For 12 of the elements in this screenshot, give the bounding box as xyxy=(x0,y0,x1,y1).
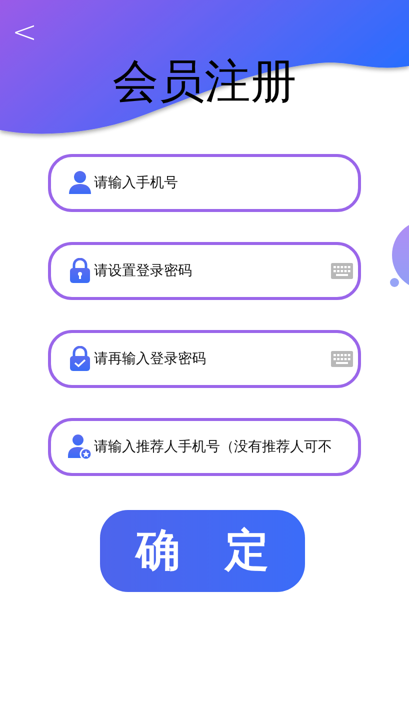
back-button[interactable]: < xyxy=(12,18,38,48)
lock-check-icon xyxy=(68,346,92,372)
keyboard-icon[interactable] xyxy=(331,351,353,367)
keyboard-icon[interactable] xyxy=(331,263,353,279)
confirm-button[interactable]: 确 定 xyxy=(100,510,305,592)
input-field[interactable]: 请设置登录密码 xyxy=(48,242,361,300)
input-field[interactable]: 请输入手机号 xyxy=(48,154,361,212)
user-star-icon xyxy=(68,434,92,460)
input-field[interactable]: 请再输入登录密码 xyxy=(48,330,361,388)
user-icon xyxy=(68,170,92,196)
input-field[interactable]: 请输入推荐人手机号（没有推荐人可不 xyxy=(48,418,361,476)
lock-icon xyxy=(68,258,92,284)
